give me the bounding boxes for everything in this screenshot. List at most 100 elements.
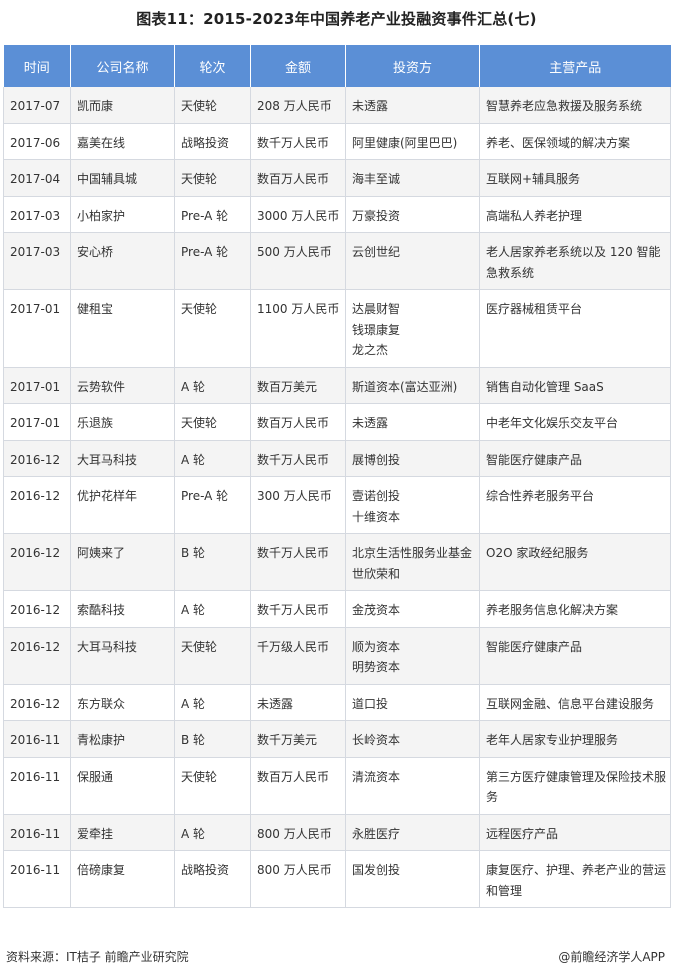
table-row: 2016-11 保服通 天使轮 数百万人民币 清流资本 第三方医疗健康管理及保险技术服务 xyxy=(3,757,671,815)
cell-company: 优护花样年 xyxy=(70,476,175,534)
table-row: 2017-06 嘉美在线 战略投资 数千万人民币 阿里健康(阿里巴巴) 养老、医保领域的解… xyxy=(3,123,671,160)
cell-round: 天使轮 xyxy=(174,159,251,197)
header-investor: 投资方 xyxy=(345,45,480,87)
header-company: 公司名称 xyxy=(70,45,175,87)
cell-investors: 金茂资本 xyxy=(345,590,480,628)
investor-name: 永胜医疗 xyxy=(352,826,401,841)
cell-time: 2016-12 xyxy=(3,440,71,477)
cell-product: 互联网金融、信息平台建设服务 xyxy=(479,684,671,721)
cell-company: 东方联众 xyxy=(70,684,175,721)
cell-time: 2017-04 xyxy=(3,159,71,197)
cell-investors: 达晨财智 钱璟康复 龙之杰 xyxy=(345,289,480,368)
table-header: 时间 公司名称 轮次 金额 投资方 主营产品 xyxy=(3,45,671,87)
cell-company: 嘉美在线 xyxy=(70,123,175,160)
cell-time: 2016-11 xyxy=(3,850,71,908)
cell-product: 老人居家养老系统以及 120 智能急救系统 xyxy=(479,232,671,290)
cell-investors: 北京生活性服务业基金 世欣荣和 xyxy=(345,533,480,591)
brand-credit: @前瞻经济学人APP xyxy=(558,950,665,964)
investor-name: 万豪投资 xyxy=(352,208,401,223)
cell-round: 战略投资 xyxy=(174,123,251,160)
table-row: 2016-12 阿姨来了 B 轮数千万人民币 北京生活性服务业基金 世欣荣和 O2O 家政… xyxy=(3,533,671,591)
cell-time: 2016-11 xyxy=(3,720,71,758)
cell-investors: 云创世纪 xyxy=(345,232,480,290)
table-row: 2016-11 青松康护 B 轮数千万美元 长岭资本 老年人居家专业护理服务 xyxy=(3,720,671,758)
investor-name: 壹诺创投 xyxy=(352,489,401,503)
cell-company: 索酷科技 xyxy=(70,590,175,628)
cell-amount: 500 万人民币 xyxy=(250,232,346,290)
cell-round: 天使轮 xyxy=(174,757,251,815)
cell-amount: 数百万人民币 xyxy=(250,757,346,815)
cell-time: 2016-12 xyxy=(3,533,71,591)
cell-amount: 300 万人民币 xyxy=(250,476,346,534)
cell-amount: 1100 万人民币 xyxy=(250,289,346,368)
cell-time: 2016-12 xyxy=(3,684,71,721)
cell-amount: 数千万人民币 xyxy=(250,590,346,628)
cell-round: B 轮 xyxy=(174,720,251,758)
cell-round: A 轮 xyxy=(174,590,251,628)
cell-company: 保服通 xyxy=(70,757,175,815)
cell-time: 2016-12 xyxy=(3,627,71,685)
cell-time: 2017-01 xyxy=(3,403,71,441)
cell-investors: 未透露 xyxy=(345,403,480,441)
cell-investors: 永胜医疗 xyxy=(345,814,480,851)
cell-amount: 数百万美元 xyxy=(250,367,346,404)
investor-name: 未透露 xyxy=(352,99,389,113)
cell-product: 智能医疗健康产品 xyxy=(479,440,671,477)
cell-time: 2016-11 xyxy=(3,757,71,815)
cell-company: 爱牵挂 xyxy=(70,814,175,851)
table-body: 2017-07 凯而康 天使轮 208 万人民币 未透露 智慧养老应急救援及服务系统 201… xyxy=(3,87,671,908)
cell-amount: 未透露 xyxy=(250,684,346,721)
header-time: 时间 xyxy=(3,45,71,87)
cell-investors: 清流资本 xyxy=(345,757,480,815)
table-row: 2016-12 东方联众 A 轮未透露 道口投 互联网金融、信息平台建设服务 xyxy=(3,684,671,721)
page-title: 图表11：2015-2023年中国养老产业投融资事件汇总(七) xyxy=(136,10,537,28)
cell-time: 2016-11 xyxy=(3,814,71,851)
cell-round: 天使轮 xyxy=(174,289,251,368)
cell-amount: 千万级人民币 xyxy=(250,627,346,685)
investor-name: 长岭资本 xyxy=(352,733,401,747)
investor-name: 世欣荣和 xyxy=(352,566,401,581)
cell-company: 凯而康 xyxy=(70,87,175,124)
cell-round: 天使轮 xyxy=(174,627,251,685)
header-amount: 金额 xyxy=(250,45,346,87)
table-row: 2016-11 爱牵挂 A 轮 800 万人民币 永胜医疗 远程医疗产品 xyxy=(3,814,671,851)
cell-round: 天使轮 xyxy=(174,403,251,441)
cell-amount: 3000 万人民币 xyxy=(250,196,346,233)
cell-company: 阿姨来了 xyxy=(70,533,175,591)
cell-investors: 阿里健康(阿里巴巴) xyxy=(345,123,480,160)
cell-amount: 数百万人民币 xyxy=(250,159,346,197)
cell-investors: 未透露 xyxy=(345,87,480,124)
cell-round: Pre-A 轮 xyxy=(174,232,251,290)
cell-time: 2017-07 xyxy=(3,87,71,124)
table-row: 2016-11 倍磅康复 战略投资 800 万人民币 国发创投 康复医疗、护理、养老产业的… xyxy=(3,850,671,908)
table-row: 2017-01 健租宝 天使轮 1100 万人民币 达晨财智 钱璟康复 龙之杰 医疗器械租赁平… xyxy=(3,289,671,368)
cell-amount: 数千万人民币 xyxy=(250,440,346,477)
cell-product: O2O 家政经纪服务 xyxy=(479,533,671,591)
cell-product: 养老服务信息化解决方案 xyxy=(479,590,671,628)
cell-product: 销售自动化管理 SaaS xyxy=(479,367,671,404)
cell-company: 乐退族 xyxy=(70,403,175,441)
investor-name: 国发创投 xyxy=(352,863,401,877)
investor-name: 钱璟康复 xyxy=(352,322,401,337)
cell-investors: 海丰至诚 xyxy=(345,159,480,197)
cell-product: 康复医疗、护理、养老产业的营运和管理 xyxy=(479,850,671,908)
cell-product: 智能医疗健康产品 xyxy=(479,627,671,685)
cell-company: 安心桥 xyxy=(70,232,175,290)
investor-name: 海丰至诚 xyxy=(352,172,401,186)
investor-name: 清流资本 xyxy=(352,769,401,784)
cell-amount: 数千万人民币 xyxy=(250,533,346,591)
cell-company: 倍磅康复 xyxy=(70,850,175,908)
header-product: 主营产品 xyxy=(479,45,671,87)
cell-round: A 轮 xyxy=(174,440,251,477)
investor-name: 达晨财智 xyxy=(352,302,401,316)
table-row: 2016-12 优护花样年 Pre-A 轮 300 万人民币 壹诺创投 十维资本 综合性养老… xyxy=(3,476,671,534)
table-row: 2016-12 大耳马科技 A 轮数千万人民币 展博创投 智能医疗健康产品 xyxy=(3,440,671,477)
cell-investors: 国发创投 xyxy=(345,850,480,908)
cell-product: 远程医疗产品 xyxy=(479,814,671,851)
cell-company: 大耳马科技 xyxy=(70,440,175,477)
table-row: 2016-12 大耳马科技 天使轮 千万级人民币 顺为资本 明势资本 智能医疗健康产品 xyxy=(3,627,671,685)
cell-round: Pre-A 轮 xyxy=(174,196,251,233)
investor-name: 未透露 xyxy=(352,416,389,430)
header-row: 时间 公司名称 轮次 金额 投资方 主营产品 xyxy=(3,45,671,87)
investor-name: 十维资本 xyxy=(352,509,401,524)
